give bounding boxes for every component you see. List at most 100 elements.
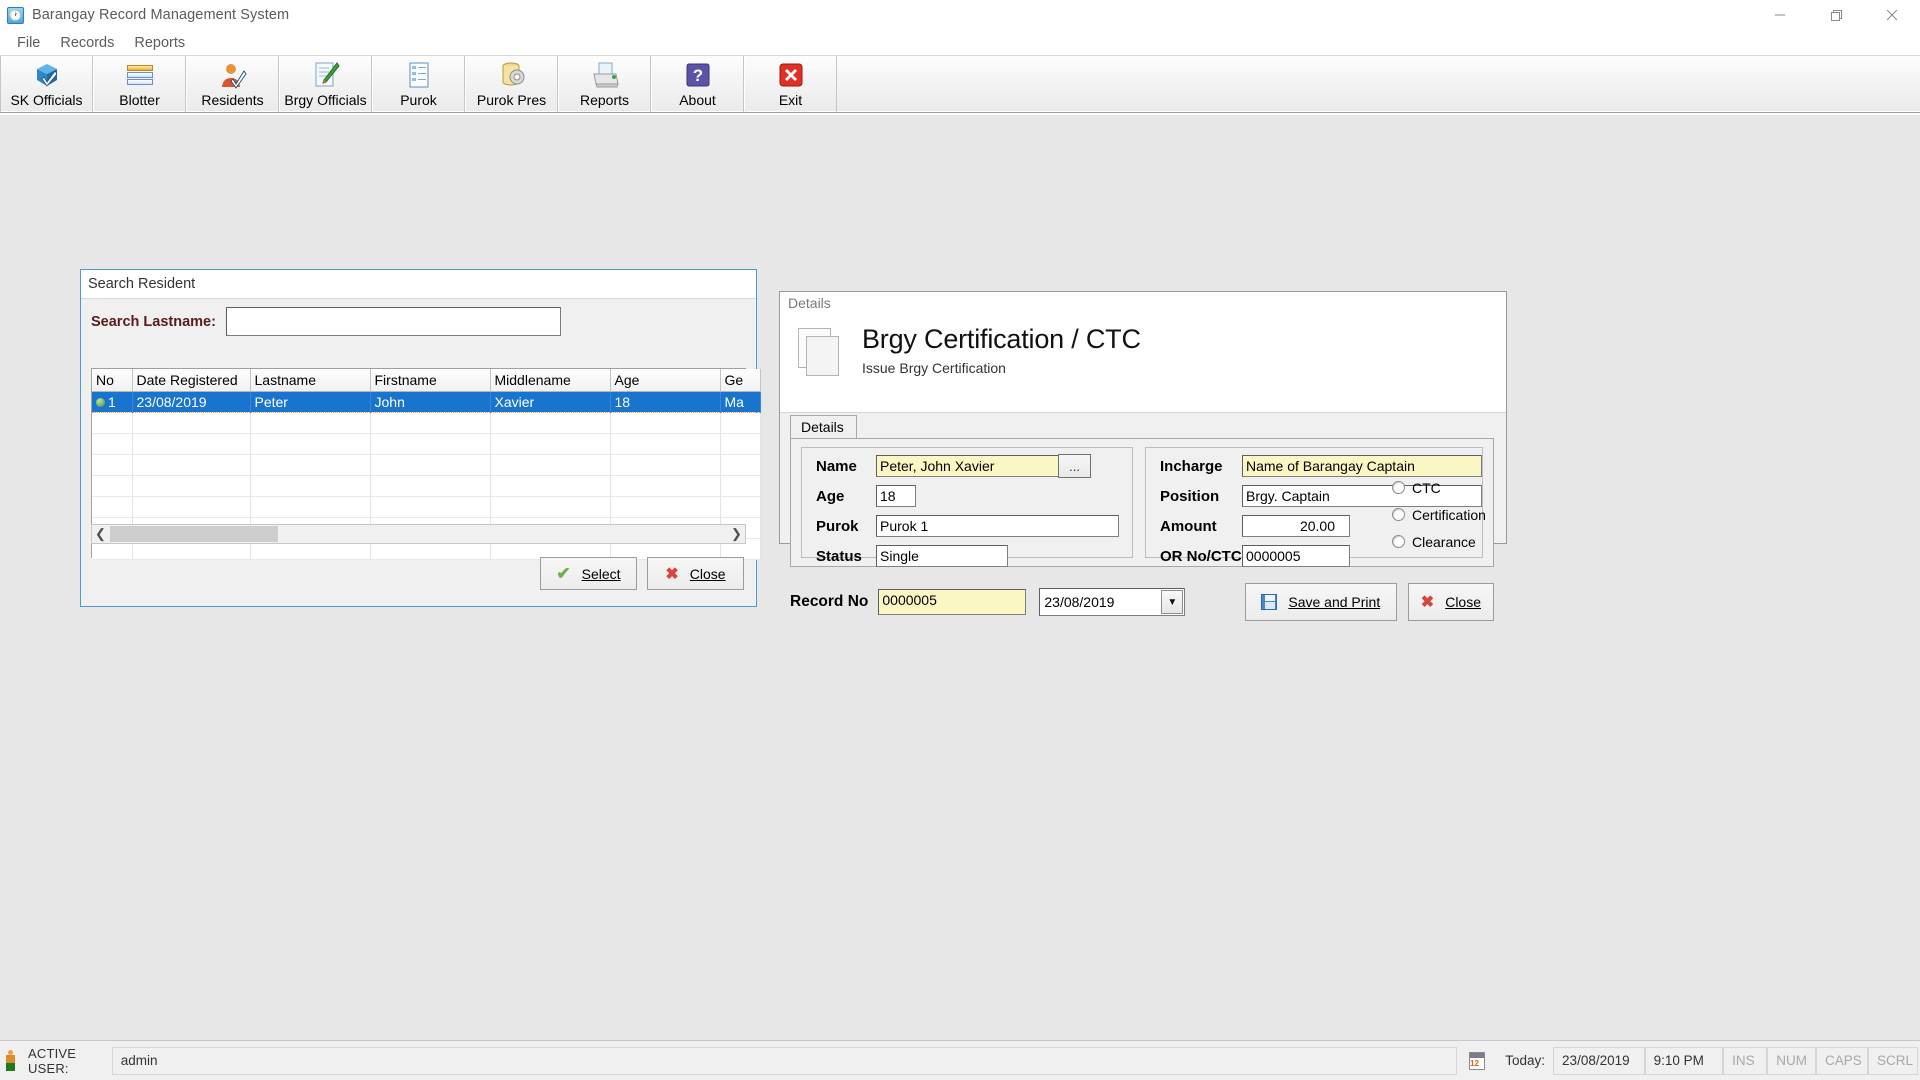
close-details-button[interactable]: ✖ Close xyxy=(1407,583,1494,621)
indicator-scrl: SCRL xyxy=(1868,1046,1918,1075)
radio-button-icon[interactable] xyxy=(1392,535,1405,548)
column-header-no[interactable]: No xyxy=(92,369,133,392)
scroll-left-icon[interactable]: ❮ xyxy=(92,526,109,542)
menu-item-file[interactable]: File xyxy=(7,33,50,53)
indicator-num: NUM xyxy=(1767,1046,1816,1075)
date-picker[interactable]: 23/08/2019 ▼ xyxy=(1039,588,1186,616)
toolbar-button-brgy-officials[interactable]: Brgy Officials xyxy=(279,56,372,112)
row-indicator-cell: 1 xyxy=(92,390,133,413)
name-input[interactable]: Peter, John Xavier xyxy=(876,455,1059,477)
select-button[interactable]: ✔ Select xyxy=(540,557,637,590)
orno-input[interactable]: 0000005 xyxy=(1242,545,1350,567)
scrollbar-thumb[interactable] xyxy=(110,526,278,542)
window-controls xyxy=(1752,0,1920,30)
incharge-label: Incharge xyxy=(1160,457,1223,475)
today-label: Today: xyxy=(1497,1046,1554,1075)
age-input[interactable]: 18 xyxy=(876,485,916,507)
record-bar: Record No 0000005 23/08/2019 ▼ Save and … xyxy=(790,576,1494,628)
search-lastname-input[interactable] xyxy=(225,307,561,336)
blue-cube-check-icon xyxy=(33,60,61,90)
details-window-caption: Details xyxy=(788,295,831,311)
table-header-row: No Date Registered Lastname Firstname Mi… xyxy=(92,369,761,392)
amount-label: Amount xyxy=(1160,517,1217,535)
restore-button[interactable] xyxy=(1808,0,1864,30)
document-pages-icon xyxy=(798,328,845,376)
record-no-input[interactable]: 0000005 xyxy=(878,589,1027,615)
page-title: Brgy Certification / CTC xyxy=(862,324,1141,354)
menu-bar: File Records Reports xyxy=(0,30,1920,55)
purok-input[interactable]: Purok 1 xyxy=(876,515,1119,537)
printer-icon xyxy=(590,60,620,90)
table-row-empty[interactable] xyxy=(92,433,761,455)
radio-button-icon[interactable] xyxy=(1392,481,1405,494)
table-row-empty[interactable] xyxy=(92,412,761,434)
grid-horizontal-scrollbar[interactable]: ❮ ❯ xyxy=(91,524,746,544)
table-row[interactable]: 1 23/08/2019 Peter John Xavier 18 Ma xyxy=(92,390,761,413)
today-date: 23/08/2019 xyxy=(1553,1046,1645,1075)
browse-name-button[interactable]: ... xyxy=(1058,454,1091,478)
red-x-icon xyxy=(778,60,804,90)
toolbar-button-purok[interactable]: Purok xyxy=(372,56,465,112)
toolbar-button-exit[interactable]: Exit xyxy=(744,56,837,112)
radio-clearance[interactable]: Clearance xyxy=(1392,528,1486,555)
toolbar-button-reports[interactable]: Reports xyxy=(558,56,651,112)
minimize-button[interactable] xyxy=(1752,0,1808,30)
orno-label: OR No/CTC xyxy=(1160,547,1242,565)
minimize-icon xyxy=(1775,14,1785,16)
close-search-button[interactable]: ✖ Close xyxy=(647,557,744,590)
svg-text:?: ? xyxy=(692,66,702,85)
column-header-lastname[interactable]: Lastname xyxy=(250,369,371,392)
green-check-icon: ✔ xyxy=(556,563,571,583)
toolbar-button-residents[interactable]: Residents xyxy=(186,56,279,112)
column-header-firstname[interactable]: Firstname xyxy=(370,369,491,392)
database-gear-icon xyxy=(498,60,526,90)
position-label: Position xyxy=(1160,487,1220,505)
column-header-age[interactable]: Age xyxy=(610,369,721,392)
page-subtitle: Issue Brgy Certification xyxy=(862,360,1006,376)
search-window-title: Search Resident xyxy=(81,270,756,299)
save-and-print-label: Save and Print xyxy=(1288,594,1381,610)
radio-certification-label: Certification xyxy=(1412,506,1486,523)
mdi-workspace: Search Resident Search Lastname: No Date… xyxy=(0,115,1920,1040)
radio-ctc[interactable]: CTC xyxy=(1392,474,1486,501)
menu-item-reports[interactable]: Reports xyxy=(124,33,195,53)
select-button-label: Select xyxy=(581,565,621,582)
toolbar-button-purok-pres[interactable]: Purok Pres xyxy=(465,56,558,112)
toolbar-button-blotter[interactable]: Blotter xyxy=(93,56,186,112)
table-row-empty[interactable] xyxy=(92,475,761,497)
close-button[interactable] xyxy=(1864,0,1920,30)
radio-button-icon[interactable] xyxy=(1392,508,1405,521)
toolbar-button-about[interactable]: ? About xyxy=(651,56,744,112)
resident-info-group: Name Peter, John Xavier ... Age 18 Purok… xyxy=(801,447,1133,567)
scroll-right-icon[interactable]: ❯ xyxy=(728,526,745,542)
toolbar-label: Blotter xyxy=(119,92,160,108)
close-details-label: Close xyxy=(1445,594,1481,610)
details-window: Details Brgy Certification / CTC Issue B… xyxy=(779,291,1507,621)
status-input[interactable]: Single xyxy=(876,545,1008,567)
search-row: Search Lastname: xyxy=(81,299,756,344)
toolbar-label: Exit xyxy=(778,92,803,108)
table-row-empty[interactable] xyxy=(92,454,761,476)
floppy-disk-icon xyxy=(1261,594,1278,610)
cell-no: 1 xyxy=(108,393,116,410)
toolbar-button-sk-officials[interactable]: SK Officials xyxy=(0,56,93,112)
save-and-print-button[interactable]: Save and Print xyxy=(1244,583,1397,621)
record-no-label: Record No xyxy=(790,593,869,610)
toolbar-label: Reports xyxy=(579,92,630,108)
column-header-gender[interactable]: Ge xyxy=(720,369,761,392)
certification-info-group: Incharge Name of Barangay Captain Positi… xyxy=(1145,447,1486,567)
table-row-empty[interactable] xyxy=(92,496,761,518)
column-header-middlename[interactable]: Middlename xyxy=(490,369,611,392)
amount-input[interactable]: 20.00 xyxy=(1242,515,1350,537)
cell-age: 18 xyxy=(610,390,721,413)
tab-strip: Details xyxy=(780,413,1506,440)
column-header-date[interactable]: Date Registered xyxy=(132,369,251,392)
search-lastname-label: Search Lastname: xyxy=(91,313,216,330)
cell-firstname: John xyxy=(370,390,491,413)
menu-item-records[interactable]: Records xyxy=(50,33,124,53)
toolbar-label: Purok xyxy=(400,92,437,108)
radio-certification[interactable]: Certification xyxy=(1392,501,1486,528)
radio-clearance-label: Clearance xyxy=(1412,533,1476,550)
tab-details[interactable]: Details xyxy=(790,415,857,440)
chevron-down-icon[interactable]: ▼ xyxy=(1161,590,1184,614)
